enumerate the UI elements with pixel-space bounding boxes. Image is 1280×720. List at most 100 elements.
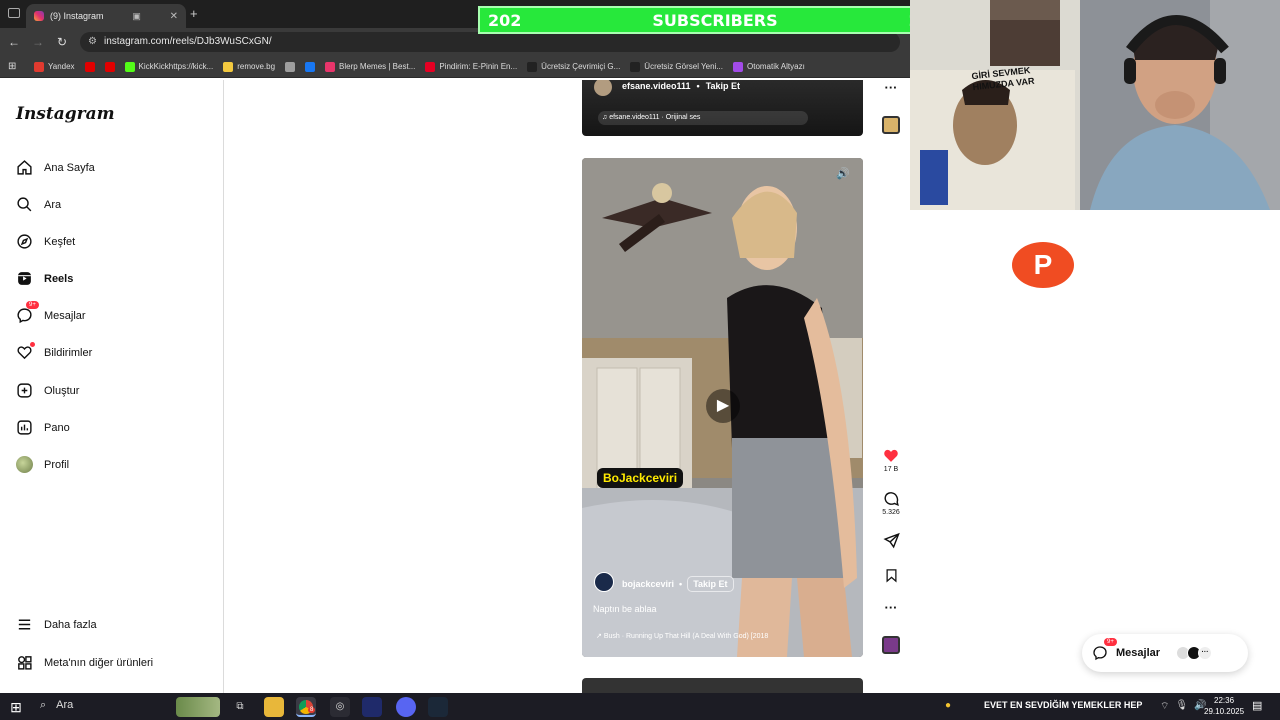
prev-more-options-icon[interactable]: ··· — [880, 80, 902, 95]
bookmark-label: Otomatik Altyazı — [747, 62, 805, 71]
bookmark-label: Pindirim: E-Pinin En... — [439, 62, 518, 71]
forward-button[interactable]: → — [26, 35, 50, 49]
reels-icon — [18, 272, 31, 285]
bookmark-favicon-icon — [124, 61, 135, 72]
discord-icon[interactable] — [396, 697, 416, 717]
sidebar-item-search[interactable]: Ara — [16, 196, 61, 213]
bookmark-item[interactable] — [84, 61, 95, 72]
like-count: 17 B — [883, 466, 899, 473]
instagram-logo[interactable]: Instagram — [16, 104, 115, 124]
separator: • — [679, 579, 683, 589]
address-bar[interactable]: ⚙ instagram.com/reels/DJb3WuSCxGN/ — [80, 32, 900, 52]
compass-icon — [17, 234, 32, 249]
audio-arrow-icon: ↗ — [596, 633, 602, 640]
bookmark-item[interactable]: Ücretsiz Görsel Yeni... — [630, 61, 723, 72]
reel-audio-text: Bush · Running Up That Hill (A Deal With… — [603, 633, 769, 640]
reel-video[interactable]: 🔊 ▶ BoJackceviri bojackceviri • Takip Et… — [582, 158, 863, 657]
sidebar-item-messages[interactable]: 9+ Mesajlar — [16, 301, 86, 324]
tab-cast-icon[interactable]: ▣ — [132, 11, 141, 22]
webcam-image — [910, 0, 1280, 210]
reel-follow-button[interactable]: Takip Et — [687, 576, 734, 592]
prev-reel-audio[interactable]: efsane.video111 · Orijinal ses — [609, 114, 700, 121]
audio-thumbnail[interactable] — [880, 636, 902, 654]
reload-button[interactable]: ↻ — [50, 35, 74, 49]
bookmarks-bar: ⊞ Yandex KickKickhttps://kick... remove.bg… — [0, 56, 910, 78]
sidebar-item-explore[interactable]: Keşfet — [16, 233, 75, 250]
volume-icon[interactable]: 🔊 — [833, 167, 853, 183]
tab-close-icon[interactable]: ✕ — [170, 11, 178, 22]
prev-reel-username[interactable]: efsane.video111 — [622, 81, 691, 91]
system-tray[interactable]: ⌔ 🎙 🔊 — [1160, 700, 1207, 713]
music-note-icon: ♫ — [602, 114, 608, 121]
clock[interactable]: 22:36 29.10.2025 — [1204, 695, 1244, 717]
reel-audio-link[interactable]: ↗ Bush · Running Up That Hill (A Deal Wi… — [596, 632, 768, 640]
taskbar-search[interactable]: ⌕ Ara — [40, 699, 73, 712]
chrome-icon[interactable]: 8 — [296, 697, 316, 717]
task-view-icon[interactable]: ⧉ — [230, 697, 250, 717]
app-icon[interactable] — [362, 697, 382, 717]
save-action[interactable] — [880, 567, 902, 586]
file-explorer-icon[interactable] — [264, 697, 284, 717]
avatar[interactable] — [594, 572, 614, 592]
new-tab-button[interactable]: + — [190, 6, 198, 21]
bookmark-item[interactable]: Ücretsiz Çevrimiçi G... — [527, 61, 620, 72]
tab-search-icon[interactable] — [8, 8, 20, 18]
bookmark-item[interactable]: remove.bg — [223, 61, 276, 72]
sidebar-item-dashboard[interactable]: Pano — [16, 419, 70, 436]
sidebar-item-label: Profil — [44, 458, 70, 471]
sidebar-item-label: Ana Sayfa — [44, 161, 95, 174]
avatar[interactable] — [594, 80, 612, 96]
bookmark-item[interactable] — [305, 61, 316, 72]
more-options-icon[interactable]: ··· — [880, 600, 902, 615]
notifications-icon[interactable]: ▤ — [1252, 699, 1262, 712]
like-action[interactable]: 17 B — [880, 447, 902, 473]
prev-reel-follow-button[interactable]: Takip Et — [706, 81, 740, 91]
bookmark-label: remove.bg — [237, 62, 276, 71]
bookmark-favicon-icon — [223, 61, 234, 72]
back-button[interactable]: ← — [2, 35, 26, 49]
bookmark-item[interactable]: Yandex — [34, 61, 75, 72]
tab-title: (9) Instagram — [50, 11, 104, 21]
heart-filled-icon — [884, 449, 898, 462]
comment-action[interactable]: 5.326 — [880, 490, 902, 516]
prev-audio-thumbnail[interactable] — [880, 116, 902, 134]
bookmark-item[interactable]: Blerp Memes | Best... — [325, 61, 415, 72]
sidebar-item-meta[interactable]: Meta'nın diğer ürünleri — [16, 654, 153, 671]
apps-grid-icon[interactable]: ⊞ — [8, 61, 16, 72]
sidebar-item-home[interactable]: Ana Sayfa — [16, 159, 95, 176]
chart-icon — [17, 420, 32, 435]
instagram-favicon-icon — [34, 11, 44, 21]
bookmark-favicon-icon — [425, 61, 436, 72]
steam-icon[interactable] — [428, 697, 448, 717]
sidebar-item-profile[interactable]: Profil — [16, 456, 69, 473]
bookmark-item[interactable] — [285, 61, 296, 72]
clock-time: 22:36 — [1214, 696, 1235, 705]
sidebar-item-notifications[interactable]: Bildirimler — [16, 342, 92, 361]
windows-start-icon[interactable]: ⊞ — [6, 697, 26, 717]
webcam-feed: GİRİ SEVMEK HIMUZDA VAR — [910, 0, 1280, 210]
browser-tab[interactable]: (9) Instagram ▣ ✕ — [26, 4, 186, 28]
bookmark-item[interactable]: KickKickhttps://kick... — [124, 61, 213, 72]
bookmark-item[interactable]: Otomatik Altyazı — [733, 61, 805, 72]
stream-ticker: EVET EN SEVDİĞİM YEMEKLER HEP — [984, 700, 1143, 710]
p-logo-icon: P — [1012, 242, 1074, 288]
sidebar-item-more[interactable]: Daha fazla — [16, 616, 97, 633]
sidebar-item-reels[interactable]: Reels — [16, 270, 73, 287]
bookmark-label: Ücretsiz Görsel Yeni... — [644, 62, 723, 71]
comment-icon — [884, 492, 899, 507]
sidebar-item-create[interactable]: Oluştur — [16, 382, 79, 399]
play-button[interactable]: ▶ — [706, 389, 740, 423]
notification-dot — [30, 342, 35, 347]
next-reel-card[interactable] — [582, 678, 863, 693]
bookmark-item[interactable]: Pindirim: E-Pinin En... — [425, 61, 518, 72]
site-info-icon[interactable]: ⚙ — [88, 32, 97, 52]
bookmark-item[interactable] — [104, 61, 115, 72]
reel-username[interactable]: bojackceviri — [622, 579, 674, 589]
meta-products-icon — [18, 656, 32, 670]
widgets-tree-icon[interactable] — [176, 697, 220, 717]
share-action[interactable] — [880, 532, 902, 551]
obs-icon[interactable]: ◎ — [330, 697, 350, 717]
sidebar-item-label: Pano — [44, 421, 70, 434]
previous-reel-card[interactable]: efsane.video111 • Takip Et ♫ efsane.vide… — [582, 80, 863, 136]
messages-pill[interactable]: 9+ Mesajlar ··· — [1082, 634, 1248, 672]
